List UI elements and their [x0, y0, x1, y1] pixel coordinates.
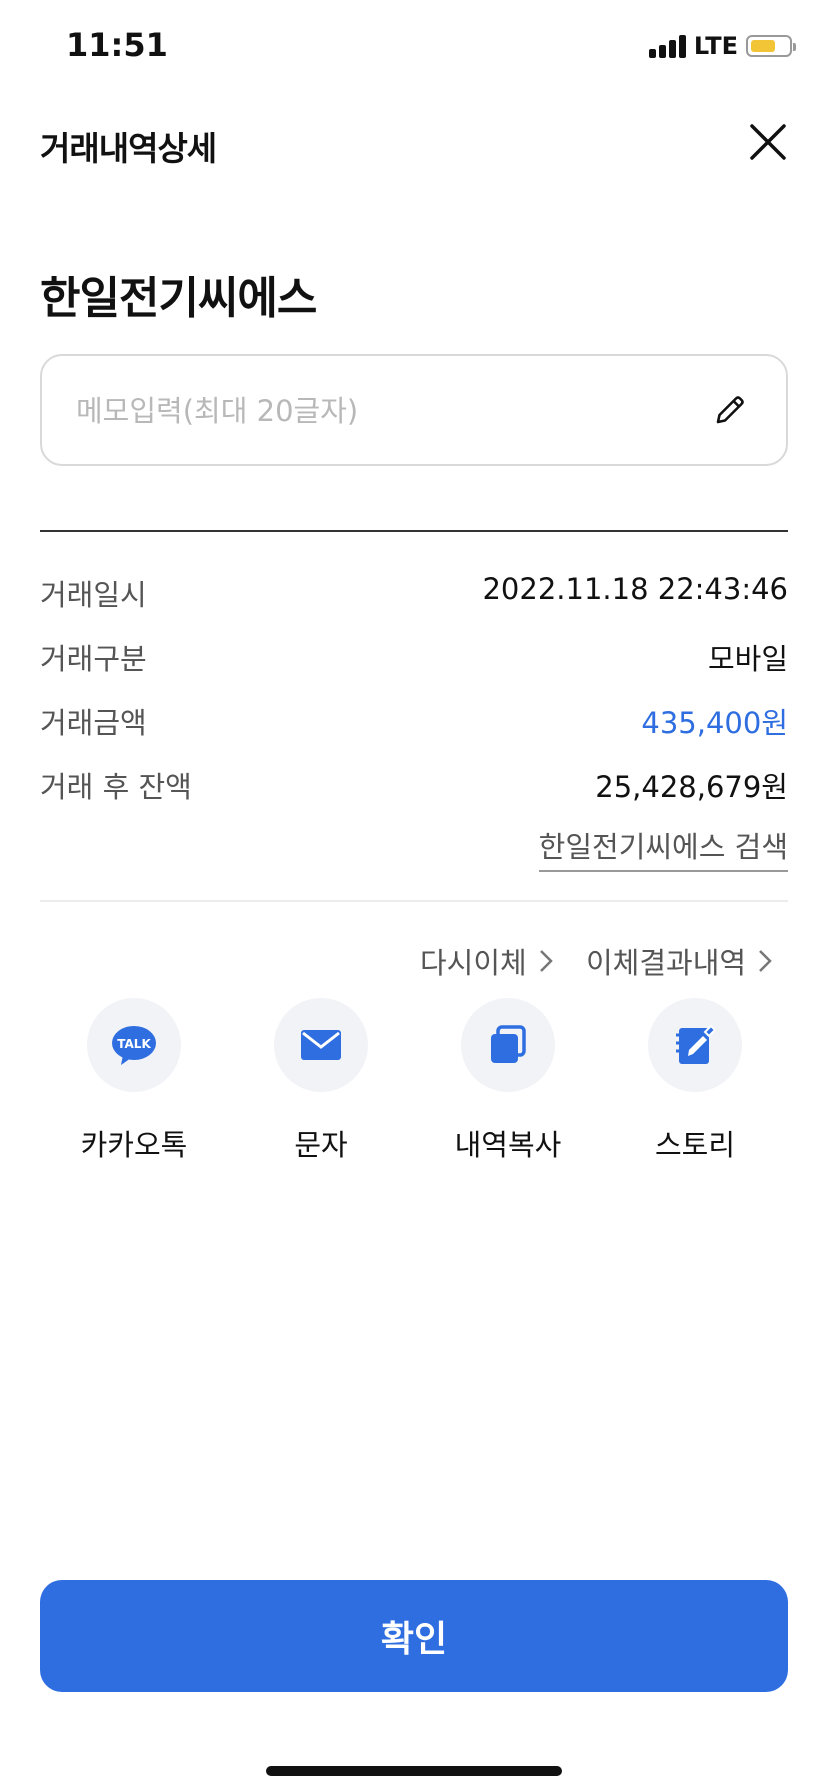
detail-value-amount: 435,400원	[641, 706, 788, 740]
page-title: 거래내역상세	[40, 129, 217, 168]
copy-history-button[interactable]: 내역복사	[443, 998, 573, 1164]
network-label: LTE	[693, 32, 738, 60]
transfer-history-label: 이체결과내역	[586, 946, 747, 980]
kakaotalk-label: 카카오톡	[80, 1128, 188, 1162]
svg-text:TALK: TALK	[117, 1037, 151, 1051]
detail-label-type: 거래구분	[40, 642, 147, 676]
memo-input[interactable]	[74, 356, 678, 466]
mail-icon	[301, 1030, 341, 1060]
section-divider	[40, 530, 788, 532]
story-button[interactable]: 스토리	[630, 998, 760, 1164]
retransfer-link[interactable]: 다시이체	[420, 940, 553, 982]
home-indicator	[266, 1766, 562, 1776]
sms-button[interactable]: 문자	[256, 998, 386, 1164]
merchant-search-link[interactable]: 한일전기씨에스 검색	[538, 824, 788, 872]
detail-value-date: 2022.11.18 22:43:46	[482, 572, 788, 606]
kakaotalk-button[interactable]: TALK 카카오톡	[69, 998, 199, 1164]
status-time: 11:51	[66, 26, 168, 64]
detail-value-balance: 25,428,679원	[595, 770, 788, 804]
battery-icon	[746, 35, 796, 57]
detail-label-amount: 거래금액	[40, 706, 147, 740]
copy-history-label: 내역복사	[454, 1128, 562, 1162]
transfer-history-link[interactable]: 이체결과내역	[586, 940, 772, 982]
chevron-right-icon	[759, 950, 772, 972]
signal-icon	[648, 34, 686, 58]
retransfer-label: 다시이체	[420, 946, 527, 980]
notebook-edit-icon	[676, 1024, 715, 1064]
chevron-right-icon	[539, 950, 553, 972]
close-icon[interactable]	[744, 118, 792, 166]
status-indicators: LTE	[648, 32, 796, 60]
confirm-button[interactable]: 확인	[40, 1580, 788, 1692]
memo-field[interactable]	[40, 354, 788, 466]
merchant-name: 한일전기씨에스	[40, 273, 317, 324]
detail-label-balance: 거래 후 잔액	[40, 770, 192, 804]
story-label: 스토리	[654, 1128, 736, 1162]
copy-icon	[491, 1025, 526, 1063]
sms-label: 문자	[294, 1128, 348, 1162]
detail-label-date: 거래일시	[40, 578, 147, 612]
pencil-icon[interactable]	[710, 390, 750, 430]
divider	[40, 900, 788, 902]
detail-value-type: 모바일	[707, 642, 788, 676]
talk-icon: TALK	[112, 1026, 156, 1065]
